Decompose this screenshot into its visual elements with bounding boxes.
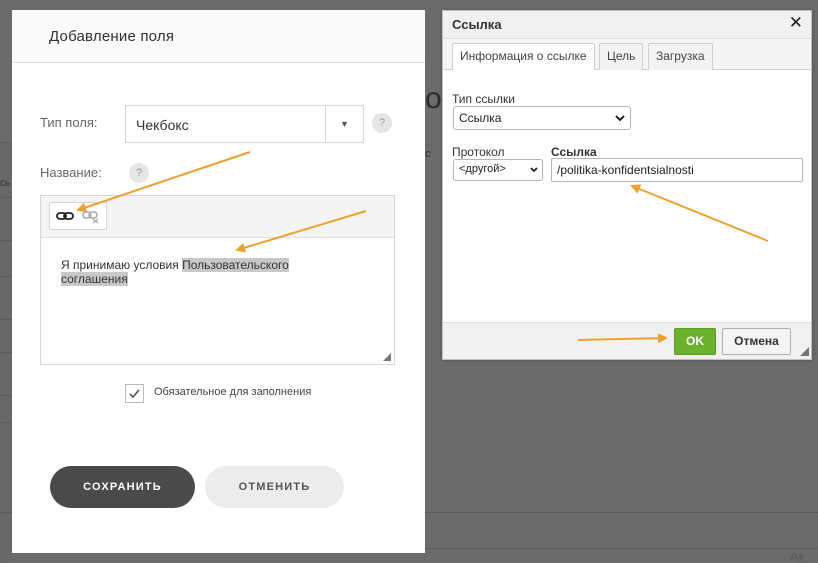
dialog-title: Добавление поля <box>49 28 175 45</box>
link-icon[interactable] <box>55 208 75 224</box>
background-divider <box>425 548 818 549</box>
unlink-icon[interactable] <box>81 208 101 224</box>
editor-toolbar <box>41 196 394 238</box>
required-checkbox[interactable] <box>125 384 144 403</box>
close-icon[interactable]: ✕ <box>789 14 803 32</box>
background-text: с <box>425 148 431 160</box>
cancel-button[interactable]: ОТМЕНИТЬ <box>205 466 344 508</box>
checkmark-icon <box>129 389 140 399</box>
field-type-value: Чекбокс <box>136 117 189 133</box>
editor-content[interactable]: Я принимаю условия Пользовательского согл… <box>61 258 381 286</box>
select-divider <box>325 106 326 142</box>
help-icon[interactable]: ? <box>129 163 149 183</box>
link-dialog-titlebar[interactable]: Ссылка ✕ <box>443 11 811 39</box>
field-type-label: Тип поля: <box>40 115 98 130</box>
field-type-select[interactable]: Чекбокс ▼ <box>125 105 364 143</box>
tab-upload[interactable]: Загрузка <box>648 43 713 70</box>
required-label: Обязательное для заполнения <box>154 386 312 398</box>
link-dialog-body: Тип ссылки Ссылка Протокол <другой> Ссыл… <box>443 70 811 322</box>
link-dialog: Ссылка ✕ Информация о ссылке Цель Загруз… <box>442 10 812 360</box>
link-button-group <box>49 202 107 230</box>
ok-button[interactable]: OK <box>674 328 716 355</box>
protocol-label: Протокол <box>452 145 505 159</box>
add-field-dialog: Добавление поля Тип поля: Чекбокс ▼ ? На… <box>12 10 425 553</box>
link-dialog-footer: OK Отмена <box>443 322 811 359</box>
selected-link-text[interactable]: Пользовательского <box>182 258 289 272</box>
protocol-value: <другой> <box>459 163 506 175</box>
chevron-down-icon[interactable]: ▼ <box>340 119 349 129</box>
background-sidebar: сь <box>0 142 12 562</box>
background-side-text: сь <box>0 178 11 189</box>
background-divider <box>425 512 818 513</box>
rich-text-editor[interactable]: Я принимаю условия Пользовательского согл… <box>40 195 395 365</box>
dialog-cancel-button[interactable]: Отмена <box>722 328 791 355</box>
link-type-select[interactable]: Ссылка <box>453 106 631 130</box>
resize-grip-icon[interactable] <box>800 347 809 356</box>
save-button[interactable]: СОХРАНИТЬ <box>50 466 195 508</box>
tab-link-info[interactable]: Информация о ссылке <box>452 43 595 71</box>
url-label: Ссылка <box>551 145 597 159</box>
link-type-value: Ссылка <box>459 111 502 125</box>
chevron-down-icon <box>530 164 538 178</box>
resize-grip-icon[interactable] <box>383 353 391 361</box>
link-dialog-tabs: Информация о ссылке Цель Загрузка <box>443 39 811 71</box>
field-name-label: Название: <box>40 165 102 180</box>
protocol-select[interactable]: <другой> <box>453 159 543 181</box>
chevron-down-icon <box>615 112 625 127</box>
link-type-label: Тип ссылки <box>452 92 515 106</box>
tab-target[interactable]: Цель <box>599 43 644 70</box>
help-icon[interactable]: ? <box>372 113 392 133</box>
editor-text: Я принимаю условия <box>61 258 183 272</box>
link-dialog-title: Ссылка <box>452 17 502 32</box>
background-button-text: Ак <box>790 549 805 563</box>
url-input[interactable]: /politika-konfidentsialnosti <box>551 158 803 182</box>
background-heading: о <box>425 82 442 115</box>
selected-link-text[interactable]: соглашения <box>61 272 128 286</box>
